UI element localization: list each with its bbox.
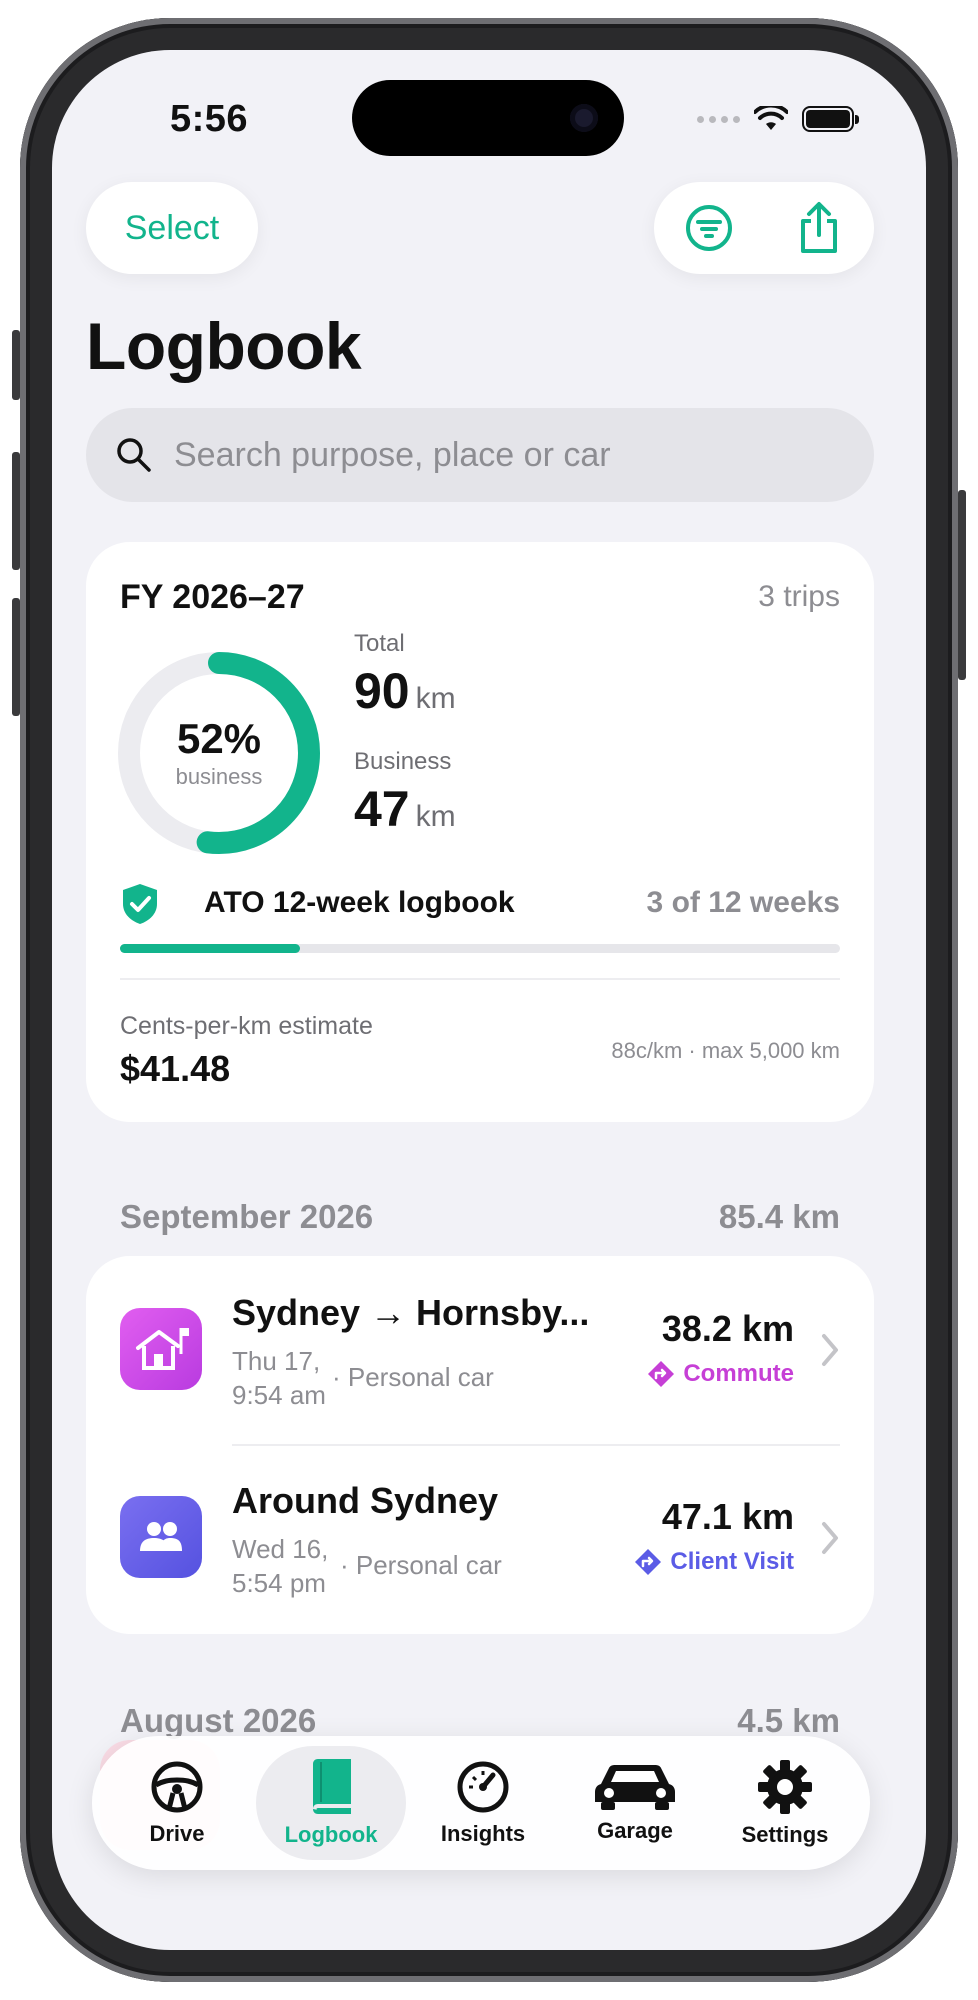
signal-dots-icon bbox=[697, 115, 740, 123]
trip-date-time: 9:54 am bbox=[232, 1380, 326, 1410]
divider bbox=[120, 978, 840, 980]
section-header-september: September 2026 85.4 km bbox=[120, 1198, 840, 1236]
search-icon bbox=[117, 438, 151, 472]
trip-car: · Personal car bbox=[340, 1550, 502, 1580]
trip-purpose-tag: Client Visit bbox=[634, 1548, 794, 1576]
volume-up-button bbox=[12, 452, 20, 570]
wifi-icon bbox=[754, 106, 788, 130]
trip-date-time: 5:54 pm bbox=[232, 1568, 326, 1598]
trip-date-day: Thu 17, bbox=[232, 1346, 321, 1376]
tab-bar: Drive Logbook Insights Garage Settings bbox=[92, 1736, 870, 1870]
tab-label: Insights bbox=[440, 1821, 526, 1846]
ato-logbook-label: ATO 12-week logbook bbox=[204, 886, 515, 919]
trip-purpose-tag: Commute bbox=[647, 1360, 794, 1388]
cpk-value: $41.48 bbox=[120, 1048, 231, 1089]
total-value: 90 bbox=[354, 663, 410, 719]
trips-list-card: Sydney → Hornsby... Thu 17, 9:54 am · Per… bbox=[86, 1256, 874, 1634]
gear-icon bbox=[758, 1760, 812, 1814]
page-title: Logbook bbox=[86, 309, 362, 383]
tab-logbook[interactable]: Logbook bbox=[256, 1746, 406, 1860]
battery-icon bbox=[802, 106, 859, 132]
total-distance: 90 km bbox=[354, 662, 456, 720]
steering-wheel-icon bbox=[151, 1761, 203, 1813]
book-icon bbox=[313, 1759, 351, 1814]
cpk-note: 88c/km · max 5,000 km bbox=[611, 1038, 840, 1063]
trip-date: Wed 16, 5:54 pm bbox=[232, 1532, 328, 1600]
fy-label: FY 2026–27 bbox=[120, 578, 305, 616]
total-label: Total bbox=[354, 630, 405, 657]
tab-label: Drive bbox=[149, 1821, 205, 1846]
dynamic-island bbox=[352, 80, 624, 156]
trip-tag-label: Client Visit bbox=[670, 1548, 794, 1575]
section-header-august: August 2026 4.5 km bbox=[120, 1702, 840, 1740]
business-label: Business bbox=[354, 748, 452, 775]
action-button bbox=[12, 330, 20, 400]
cpk-label: Cents-per-km estimate bbox=[120, 1012, 373, 1040]
power-button bbox=[958, 490, 966, 680]
home-flag-icon bbox=[120, 1308, 202, 1390]
business-value: 47 bbox=[354, 781, 410, 837]
tab-insights[interactable]: Insights bbox=[408, 1746, 558, 1860]
ring-label: 52% business bbox=[108, 642, 330, 864]
trip-title: Sydney → Hornsby... bbox=[232, 1292, 590, 1333]
commute-arrow-icon bbox=[648, 1361, 675, 1387]
speedometer-icon bbox=[457, 1761, 509, 1813]
trip-tag-label: Commute bbox=[683, 1360, 794, 1387]
people-icon bbox=[120, 1496, 202, 1578]
chevron-right-icon bbox=[822, 1334, 838, 1366]
car-icon bbox=[595, 1765, 675, 1810]
filter-icon[interactable] bbox=[681, 200, 737, 256]
client-visit-arrow-icon bbox=[635, 1549, 662, 1575]
ato-progress-bar bbox=[120, 944, 840, 953]
share-icon[interactable] bbox=[791, 200, 847, 256]
trip-car: · Personal car bbox=[332, 1362, 494, 1392]
search-input[interactable] bbox=[172, 434, 816, 476]
tab-label: Settings bbox=[741, 1822, 829, 1847]
total-unit: km bbox=[415, 682, 456, 715]
trip-date: Thu 17, 9:54 am bbox=[232, 1344, 326, 1412]
trips-count: 3 trips bbox=[758, 580, 840, 613]
tab-label: Logbook bbox=[284, 1822, 378, 1847]
business-caption: business bbox=[175, 764, 263, 789]
chevron-right-icon bbox=[822, 1522, 838, 1554]
volume-down-button bbox=[12, 598, 20, 716]
section-month: August 2026 bbox=[120, 1702, 317, 1739]
trip-row[interactable]: Sydney → Hornsby... Thu 17, 9:54 am · Per… bbox=[86, 1256, 874, 1444]
business-unit: km bbox=[415, 800, 456, 833]
fy-summary-card[interactable]: FY 2026–27 3 trips 52% business Total 90… bbox=[86, 542, 874, 1122]
trip-date-day: Wed 16, bbox=[232, 1534, 329, 1564]
business-percent: 52% bbox=[176, 715, 262, 762]
app-screen: 5:56 Select Logbook Search purpose, plac… bbox=[52, 50, 926, 1950]
tab-settings[interactable]: Settings bbox=[710, 1746, 860, 1860]
trip-distance: 38.2 km bbox=[661, 1308, 794, 1349]
business-distance: 47 km bbox=[354, 780, 456, 838]
trip-distance: 47.1 km bbox=[661, 1496, 794, 1537]
trip-title: Around Sydney bbox=[232, 1480, 499, 1521]
tab-drive[interactable]: Drive bbox=[102, 1746, 252, 1860]
tab-label: Garage bbox=[597, 1818, 673, 1843]
tab-garage[interactable]: Garage bbox=[560, 1746, 710, 1860]
toolbar-actions bbox=[654, 182, 874, 274]
ato-weeks-progress: 3 of 12 weeks bbox=[646, 886, 840, 919]
status-time: 5:56 bbox=[170, 98, 249, 140]
section-total: 85.4 km bbox=[718, 1198, 840, 1235]
shield-check-icon bbox=[123, 884, 157, 924]
camera-icon bbox=[570, 104, 598, 132]
status-indicators bbox=[697, 106, 859, 132]
ato-progress-fill bbox=[120, 944, 300, 953]
section-month: September 2026 bbox=[120, 1198, 374, 1235]
search-bar[interactable] bbox=[86, 408, 874, 502]
select-button[interactable]: Select bbox=[86, 182, 258, 274]
trip-row[interactable]: Around Sydney Wed 16, 5:54 pm · Personal … bbox=[86, 1446, 874, 1634]
section-total: 4.5 km bbox=[737, 1702, 840, 1739]
